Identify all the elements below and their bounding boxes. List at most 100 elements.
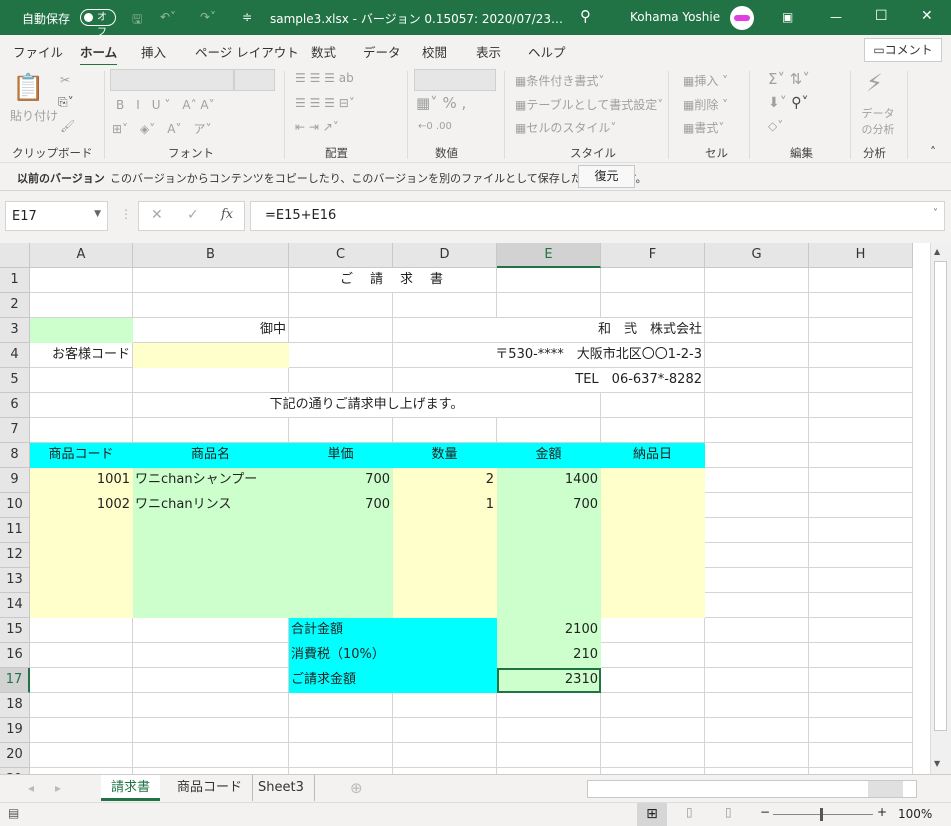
cell-g5[interactable]	[705, 368, 809, 393]
zoom-slider[interactable]	[773, 814, 873, 815]
accessibility-icon[interactable]: ▤	[8, 806, 19, 820]
cell-a20[interactable]	[30, 743, 133, 768]
sheet-tab-invoice[interactable]: 請求書	[101, 775, 161, 801]
cell-h6[interactable]	[809, 393, 913, 418]
cell-a5[interactable]	[30, 368, 133, 393]
cell-a8[interactable]: 商品コード	[30, 443, 133, 468]
insert-function-icon[interactable]: fx	[221, 207, 233, 222]
cell-d19[interactable]	[393, 718, 497, 743]
column-header-d[interactable]: D	[393, 243, 497, 268]
customize-toolbar-icon[interactable]: ≑	[242, 10, 252, 24]
cell-h9[interactable]	[809, 468, 913, 493]
row-header-4[interactable]: 4	[0, 343, 30, 368]
cell-f19[interactable]	[601, 718, 705, 743]
cell-b14[interactable]	[133, 593, 289, 618]
enter-icon[interactable]: ✓	[187, 207, 199, 223]
cell-e20[interactable]	[497, 743, 601, 768]
horizontal-scrollbar[interactable]	[587, 780, 917, 798]
conditional-format-button[interactable]: ▦条件付き書式˅	[515, 72, 604, 89]
page-layout-view-icon[interactable]: ▯	[686, 805, 693, 819]
cell-e12[interactable]	[497, 543, 601, 568]
row-header-8[interactable]: 8	[0, 443, 30, 468]
row-header-3[interactable]: 3	[0, 318, 30, 343]
cut-icon[interactable]: ✂	[60, 73, 70, 87]
cell-h17[interactable]	[809, 668, 913, 693]
cell-c11[interactable]	[289, 518, 393, 543]
cell-g2[interactable]	[705, 293, 809, 318]
cell-g1[interactable]	[705, 268, 809, 293]
name-box[interactable]: E17 ▼	[5, 201, 108, 231]
cell-e17[interactable]: 2310	[497, 668, 601, 693]
font-size-select[interactable]	[234, 69, 275, 91]
redo-icon[interactable]: ↷˅	[200, 10, 216, 24]
cell-f15[interactable]	[601, 618, 705, 643]
next-sheet-icon[interactable]: ▸	[55, 781, 61, 795]
cell-a6[interactable]	[30, 393, 133, 418]
cell-e15[interactable]: 2100	[497, 618, 601, 643]
row-header-12[interactable]: 12	[0, 543, 30, 568]
cell-c15[interactable]: 合計金額	[289, 618, 497, 643]
avatar[interactable]	[730, 6, 754, 30]
cell-b16[interactable]	[133, 643, 289, 668]
cell-f12[interactable]	[601, 543, 705, 568]
fill-icon[interactable]: ⬇˅ ⚲˅	[768, 95, 808, 111]
restore-button[interactable]: 復元	[578, 165, 635, 188]
cell-b9[interactable]: ワニchanシャンプー	[133, 468, 289, 493]
cell-c20[interactable]	[289, 743, 393, 768]
row-header-6[interactable]: 6	[0, 393, 30, 418]
sheet-tab-product-code[interactable]: 商品コード	[167, 775, 254, 801]
cell-c16[interactable]: 消費税（10%）	[289, 643, 497, 668]
row-header-13[interactable]: 13	[0, 568, 30, 593]
cell-h2[interactable]	[809, 293, 913, 318]
cell-g6[interactable]	[705, 393, 809, 418]
cell-d12[interactable]	[393, 543, 497, 568]
sheet-tab-sheet3[interactable]: Sheet3	[248, 775, 315, 801]
clear-icon[interactable]: ◇˅	[768, 119, 783, 133]
cell-b5[interactable]	[133, 368, 289, 393]
cell-a12[interactable]	[30, 543, 133, 568]
cell-h13[interactable]	[809, 568, 913, 593]
cell-c1[interactable]: ご 請 求 書	[289, 268, 497, 293]
cell-h16[interactable]	[809, 643, 913, 668]
cell-d11[interactable]	[393, 518, 497, 543]
cell-g7[interactable]	[705, 418, 809, 443]
format-cells-button[interactable]: ▦書式˅	[683, 119, 724, 136]
cell-f6[interactable]	[601, 393, 705, 418]
row-header-5[interactable]: 5	[0, 368, 30, 393]
column-header-e[interactable]: E	[497, 243, 601, 268]
cell-e13[interactable]	[497, 568, 601, 593]
cell-h3[interactable]	[809, 318, 913, 343]
align-top-icon[interactable]: ☰ ☰ ☰ ab	[295, 71, 354, 85]
cell-b13[interactable]	[133, 568, 289, 593]
cell-g13[interactable]	[705, 568, 809, 593]
cell-e16[interactable]: 210	[497, 643, 601, 668]
autosum-icon[interactable]: Σ˅ ⇅˅	[768, 70, 810, 88]
cell-d7[interactable]	[393, 418, 497, 443]
cell-g4[interactable]	[705, 343, 809, 368]
cell-c2[interactable]	[289, 293, 393, 318]
cell-g3[interactable]	[705, 318, 809, 343]
cell-g18[interactable]	[705, 693, 809, 718]
row-header-20[interactable]: 20	[0, 743, 30, 768]
cell-a4[interactable]: お客様コード	[30, 343, 133, 368]
cell-g8[interactable]	[705, 443, 809, 468]
cell-d18[interactable]	[393, 693, 497, 718]
cell-b12[interactable]	[133, 543, 289, 568]
cell-d5[interactable]: TEL 06-637*-8282	[393, 368, 705, 393]
cell-f7[interactable]	[601, 418, 705, 443]
cell-a17[interactable]	[30, 668, 133, 693]
cell-f14[interactable]	[601, 593, 705, 618]
row-header-16[interactable]: 16	[0, 643, 30, 668]
cell-g16[interactable]	[705, 643, 809, 668]
zoom-slider-thumb[interactable]	[820, 808, 823, 821]
page-break-view-icon[interactable]: ▯	[725, 805, 732, 819]
zoom-level[interactable]: 100%	[898, 807, 932, 821]
cell-a3[interactable]	[30, 318, 133, 343]
cell-c12[interactable]	[289, 543, 393, 568]
column-header-a[interactable]: A	[30, 243, 133, 268]
user-name[interactable]: Kohama Yoshie	[630, 10, 720, 24]
row-header-7[interactable]: 7	[0, 418, 30, 443]
tab-formulas[interactable]: 数式	[311, 42, 336, 61]
cell-a13[interactable]	[30, 568, 133, 593]
cell-f8[interactable]: 納品日	[601, 443, 705, 468]
